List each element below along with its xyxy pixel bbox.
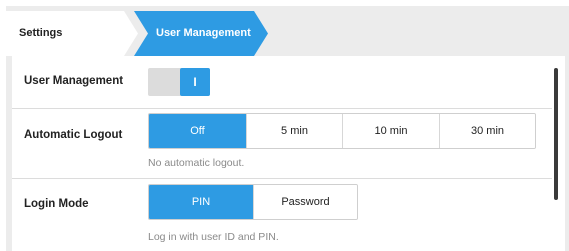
- automatic-logout-segmented: Off 5 min 10 min 30 min: [148, 113, 536, 149]
- automatic-logout-helper: No automatic logout.: [148, 157, 245, 169]
- breadcrumb-shapes: [6, 11, 268, 56]
- toggle-on-indicator: I: [180, 68, 210, 96]
- logout-option-5-min[interactable]: 5 min: [246, 114, 342, 148]
- settings-panel: User Management I Automatic Logout Off 5…: [12, 56, 565, 251]
- user-management-label: User Management: [24, 75, 124, 87]
- crumb-settings[interactable]: Settings: [19, 11, 62, 56]
- setting-row-login-mode: Login Mode PIN Password Log in with user…: [12, 179, 565, 251]
- login-mode-label: Login Mode: [24, 198, 89, 210]
- login-mode-segmented: PIN Password: [148, 184, 358, 220]
- login-mode-option-pin[interactable]: PIN: [149, 185, 253, 219]
- logout-option-off[interactable]: Off: [149, 114, 246, 148]
- logout-option-30-min[interactable]: 30 min: [439, 114, 535, 148]
- breadcrumb: Settings User Management: [6, 11, 566, 56]
- user-management-toggle[interactable]: I: [148, 68, 210, 96]
- setting-row-user-management: User Management I: [12, 56, 565, 108]
- crumb-user-management[interactable]: User Management: [156, 11, 251, 56]
- logout-option-10-min[interactable]: 10 min: [342, 114, 439, 148]
- setting-row-automatic-logout: Automatic Logout Off 5 min 10 min 30 min…: [12, 109, 565, 178]
- automatic-logout-label: Automatic Logout: [24, 129, 123, 141]
- login-mode-option-password[interactable]: Password: [253, 185, 357, 219]
- vertical-scrollbar[interactable]: [554, 68, 558, 200]
- login-mode-helper: Log in with user ID and PIN.: [148, 231, 279, 243]
